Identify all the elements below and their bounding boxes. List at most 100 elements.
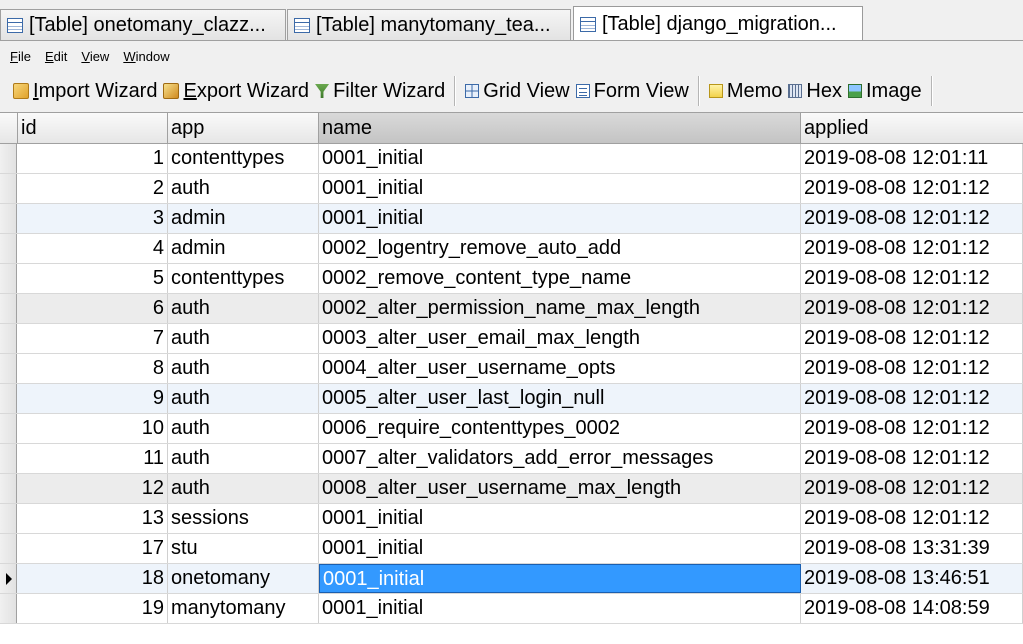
- table-row[interactable]: 18 onetomany 0001_initial 2019-08-08 13:46:…: [0, 564, 1023, 594]
- cell-name[interactable]: 0006_require_contenttypes_0002: [319, 414, 801, 443]
- cell-id[interactable]: 1: [18, 144, 168, 173]
- cell-app[interactable]: auth: [168, 294, 319, 323]
- row-indicator[interactable]: [0, 144, 17, 173]
- row-indicator[interactable]: [0, 234, 17, 263]
- cell-id[interactable]: 3: [18, 204, 168, 233]
- cell-id[interactable]: 4: [18, 234, 168, 263]
- tab-manytomany-tea[interactable]: [Table] manytomany_tea...: [287, 9, 571, 40]
- cell-id[interactable]: 10: [18, 414, 168, 443]
- cell-name[interactable]: 0002_remove_content_type_name: [319, 264, 801, 293]
- row-indicator[interactable]: [0, 444, 17, 473]
- cell-app[interactable]: manytomany: [168, 594, 319, 623]
- cell-applied[interactable]: 2019-08-08 12:01:12: [801, 324, 1023, 353]
- cell-name[interactable]: 0001_initial: [319, 144, 801, 173]
- row-indicator[interactable]: [0, 204, 17, 233]
- cell-name[interactable]: 0001_initial: [319, 534, 801, 563]
- cell-app[interactable]: auth: [168, 384, 319, 413]
- cell-applied[interactable]: 2019-08-08 12:01:11: [801, 144, 1023, 173]
- cell-applied[interactable]: 2019-08-08 12:01:12: [801, 174, 1023, 203]
- cell-name[interactable]: 0001_initial: [319, 564, 801, 593]
- cell-id[interactable]: 7: [18, 324, 168, 353]
- cell-applied[interactable]: 2019-08-08 12:01:12: [801, 354, 1023, 383]
- column-header-name[interactable]: name: [319, 113, 801, 143]
- cell-id[interactable]: 6: [18, 294, 168, 323]
- menu-view[interactable]: View: [72, 49, 114, 64]
- table-row[interactable]: 2 auth 0001_initial 2019-08-08 12:01:12: [0, 174, 1023, 204]
- cell-name[interactable]: 0008_alter_user_username_max_length: [319, 474, 801, 503]
- cell-id[interactable]: 11: [18, 444, 168, 473]
- cell-app[interactable]: auth: [168, 324, 319, 353]
- cell-name[interactable]: 0001_initial: [319, 504, 801, 533]
- cell-name[interactable]: 0002_alter_permission_name_max_length: [319, 294, 801, 323]
- import-wizard-button[interactable]: Import Wizard: [10, 74, 160, 108]
- cell-app[interactable]: stu: [168, 534, 319, 563]
- filter-wizard-button[interactable]: Filter Wizard: [312, 74, 448, 108]
- table-row[interactable]: 7 auth 0003_alter_user_email_max_length 201…: [0, 324, 1023, 354]
- cell-app[interactable]: admin: [168, 204, 319, 233]
- cell-applied[interactable]: 2019-08-08 13:46:51: [801, 564, 1023, 593]
- menu-edit[interactable]: Edit: [36, 49, 72, 64]
- table-row[interactable]: 17 stu 0001_initial 2019-08-08 13:31:39: [0, 534, 1023, 564]
- row-indicator[interactable]: [0, 564, 17, 593]
- row-indicator[interactable]: [0, 174, 17, 203]
- cell-id[interactable]: 18: [18, 564, 168, 593]
- table-row[interactable]: 12 auth 0008_alter_user_username_max_lengt…: [0, 474, 1023, 504]
- cell-app[interactable]: auth: [168, 474, 319, 503]
- table-row[interactable]: 4 admin 0002_logentry_remove_auto_add 2019-…: [0, 234, 1023, 264]
- column-header-applied[interactable]: applied: [801, 113, 1023, 143]
- table-row[interactable]: 19 manytomany 0001_initial 2019-08-08 14:08…: [0, 594, 1023, 624]
- tab-onetomany-clazz[interactable]: [Table] onetomany_clazz...: [0, 9, 286, 40]
- table-row[interactable]: 10 auth 0006_require_contenttypes_0002 2019…: [0, 414, 1023, 444]
- cell-applied[interactable]: 2019-08-08 12:01:12: [801, 474, 1023, 503]
- column-header-id[interactable]: id: [18, 113, 168, 143]
- cell-id[interactable]: 2: [18, 174, 168, 203]
- cell-id[interactable]: 17: [18, 534, 168, 563]
- row-indicator[interactable]: [0, 504, 17, 533]
- cell-applied[interactable]: 2019-08-08 13:31:39: [801, 534, 1023, 563]
- cell-name[interactable]: 0001_initial: [319, 204, 801, 233]
- grid-view-button[interactable]: Grid View: [462, 74, 572, 108]
- table-row[interactable]: 8 auth 0004_alter_user_username_opts 2019-0…: [0, 354, 1023, 384]
- row-indicator[interactable]: [0, 324, 17, 353]
- cell-applied[interactable]: 2019-08-08 12:01:12: [801, 444, 1023, 473]
- table-row[interactable]: 6 auth 0002_alter_permission_name_max_leng…: [0, 294, 1023, 324]
- row-indicator[interactable]: [0, 414, 17, 443]
- export-wizard-button[interactable]: Export Wizard: [160, 74, 312, 108]
- cell-applied[interactable]: 2019-08-08 14:08:59: [801, 594, 1023, 623]
- cell-applied[interactable]: 2019-08-08 12:01:12: [801, 294, 1023, 323]
- cell-name[interactable]: 0002_logentry_remove_auto_add: [319, 234, 801, 263]
- cell-id[interactable]: 19: [18, 594, 168, 623]
- row-indicator[interactable]: [0, 294, 17, 323]
- cell-name[interactable]: 0001_initial: [319, 174, 801, 203]
- cell-app[interactable]: onetomany: [168, 564, 319, 593]
- cell-app[interactable]: contenttypes: [168, 144, 319, 173]
- cell-applied[interactable]: 2019-08-08 12:01:12: [801, 264, 1023, 293]
- cell-name[interactable]: 0003_alter_user_email_max_length: [319, 324, 801, 353]
- row-indicator[interactable]: [0, 594, 17, 623]
- menu-window[interactable]: Window: [114, 49, 174, 64]
- cell-name[interactable]: 0001_initial: [319, 594, 801, 623]
- cell-app[interactable]: contenttypes: [168, 264, 319, 293]
- cell-app[interactable]: sessions: [168, 504, 319, 533]
- cell-app[interactable]: auth: [168, 354, 319, 383]
- row-indicator[interactable]: [0, 534, 17, 563]
- row-indicator[interactable]: [0, 354, 17, 383]
- cell-id[interactable]: 5: [18, 264, 168, 293]
- cell-name[interactable]: 0005_alter_user_last_login_null: [319, 384, 801, 413]
- table-row[interactable]: 11 auth 0007_alter_validators_add_error_me…: [0, 444, 1023, 474]
- table-row[interactable]: 3 admin 0001_initial 2019-08-08 12:01:12: [0, 204, 1023, 234]
- cell-applied[interactable]: 2019-08-08 12:01:12: [801, 234, 1023, 263]
- cell-applied[interactable]: 2019-08-08 12:01:12: [801, 204, 1023, 233]
- cell-id[interactable]: 9: [18, 384, 168, 413]
- image-button[interactable]: Image: [845, 74, 925, 108]
- cell-applied[interactable]: 2019-08-08 12:01:12: [801, 384, 1023, 413]
- form-view-button[interactable]: Form View: [573, 74, 692, 108]
- column-header-app[interactable]: app: [168, 113, 319, 143]
- table-row[interactable]: 5 contenttypes 0002_remove_content_type_na…: [0, 264, 1023, 294]
- cell-name[interactable]: 0004_alter_user_username_opts: [319, 354, 801, 383]
- cell-app[interactable]: auth: [168, 414, 319, 443]
- cell-applied[interactable]: 2019-08-08 12:01:12: [801, 504, 1023, 533]
- menu-file[interactable]: File: [0, 49, 36, 64]
- table-row[interactable]: 13 sessions 0001_initial 2019-08-08 12:01:1…: [0, 504, 1023, 534]
- table-row[interactable]: 1 contenttypes 0001_initial 2019-08-08 12:0…: [0, 144, 1023, 174]
